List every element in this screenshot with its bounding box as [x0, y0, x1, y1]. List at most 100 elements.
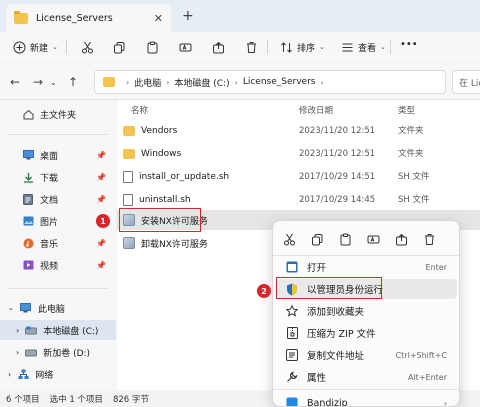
search-input[interactable]: 在 Lic [452, 70, 480, 94]
wrench-icon [285, 370, 299, 384]
breadcrumb-local-disk[interactable]: 本地磁盘 (C:) [174, 76, 229, 89]
pin-icon[interactable]: 📌 [96, 173, 106, 182]
clipboard-icon[interactable] [337, 231, 353, 247]
file-row[interactable]: install_or_update.sh 2017/10/29 14:51 SH… [117, 167, 480, 187]
music-icon [22, 237, 34, 249]
back-button[interactable]: ← [10, 75, 20, 89]
chevron-down-icon[interactable]: ⌄ [8, 304, 14, 312]
document-icon [22, 193, 34, 205]
menu-item-label: 属性 [307, 373, 327, 384]
sort-button[interactable]: 排序 ⌄ [279, 40, 325, 54]
file-name: Vendors [141, 126, 178, 136]
menu-item-shortcut: Ctrl+Shift+C [395, 350, 447, 360]
file-name: Windows [141, 149, 182, 159]
context-menu: 打开 Enter 以管理员身份运行 添加到收藏夹 压缩为 ZIP 文件 复制文件… [272, 220, 460, 407]
delete-button[interactable] [244, 40, 258, 54]
desktop-icon [22, 149, 34, 161]
sidebar-item-downloads[interactable]: 下载 📌 [0, 167, 116, 187]
sidebar-item-home[interactable]: 主文件夹 [0, 104, 116, 124]
cut-button[interactable] [80, 40, 94, 54]
file-row[interactable]: Vendors 2023/11/20 12:51 文件夹 [117, 121, 480, 141]
menu-item-compress-zip[interactable]: 压缩为 ZIP 文件 [277, 323, 457, 343]
sidebar-item-music[interactable]: 音乐 📌 [0, 233, 116, 253]
rename-icon [178, 40, 192, 54]
network-icon [17, 368, 29, 380]
sidebar-divider [8, 134, 108, 135]
selected-size: 826 字节 [112, 394, 149, 405]
pin-icon[interactable]: 📌 [96, 151, 106, 160]
history-dropdown[interactable]: ⌄ [50, 78, 57, 87]
computer-icon [20, 302, 32, 314]
highlight-box [119, 208, 201, 232]
download-icon [22, 171, 34, 183]
tab-license-servers[interactable]: License_Servers ✕ [6, 4, 171, 32]
column-header-name[interactable]: 名称 [131, 100, 148, 120]
file-icon [123, 194, 133, 206]
view-label: 查看 [358, 43, 377, 54]
file-row[interactable]: Windows 2023/11/20 12:51 文件夹 [117, 144, 480, 164]
menu-item-bandizip[interactable]: Bandizip › [277, 393, 457, 407]
view-button[interactable]: 查看 ⌄ [340, 40, 386, 54]
video-icon [22, 259, 34, 271]
pin-icon[interactable]: 📌 [96, 261, 106, 270]
file-icon [123, 171, 133, 183]
step-badge-2: 2 [257, 284, 271, 298]
copy-button[interactable] [112, 40, 126, 54]
tab-title: License_Servers [36, 12, 113, 24]
clipboard-icon [145, 40, 159, 54]
rename-button[interactable] [178, 40, 192, 54]
copy-icon[interactable] [309, 231, 325, 247]
sidebar-item-network[interactable]: › 网络 [0, 364, 116, 384]
command-bar: 新建 ⌄ 排序 ⌄ 查看 ⌄ ••• [0, 32, 480, 62]
open-icon [285, 260, 299, 274]
sidebar-item-drive-c[interactable]: › 本地磁盘 (C:) [0, 320, 116, 340]
sidebar-item-documents[interactable]: 文档 📌 [0, 189, 116, 209]
menu-item-open[interactable]: 打开 Enter [277, 257, 457, 277]
sidebar-item-drive-d[interactable]: › 新加卷 (D:) [0, 342, 116, 362]
scissors-icon[interactable] [281, 231, 297, 247]
forward-button[interactable]: → [33, 75, 43, 89]
share-icon[interactable] [393, 231, 409, 247]
close-tab-button[interactable]: ✕ [154, 12, 163, 25]
program-icon [123, 237, 135, 249]
paste-button[interactable] [145, 40, 159, 54]
sidebar-item-desktop[interactable]: 桌面 📌 [0, 145, 116, 165]
toolbar-divider [66, 40, 67, 54]
sort-icon [279, 40, 293, 54]
chevron-right-icon[interactable]: › [16, 326, 19, 335]
pin-icon[interactable]: 📌 [96, 239, 106, 248]
chevron-down-icon: ⌄ [319, 43, 325, 51]
chevron-right-icon[interactable]: › [8, 370, 11, 379]
menu-item-copy-path[interactable]: 复制文件地址 Ctrl+Shift+C [277, 345, 457, 365]
folder-icon [123, 149, 135, 159]
breadcrumb-license-servers[interactable]: License_Servers [243, 77, 316, 87]
sidebar-item-this-pc[interactable]: ⌄ 此电脑 [0, 298, 116, 318]
scissors-icon [80, 40, 94, 54]
chevron-down-icon: ⌄ [380, 43, 386, 51]
sidebar-item-label: 文档 [40, 195, 59, 206]
trash-icon[interactable] [421, 231, 437, 247]
sidebar-item-label: 主文件夹 [40, 110, 77, 121]
up-button[interactable]: ↑ [68, 75, 78, 89]
menu-item-add-favorite[interactable]: 添加到收藏夹 [277, 301, 457, 321]
menu-item-label: Bandizip [307, 397, 348, 407]
breadcrumb-this-pc[interactable]: 此电脑 [134, 76, 161, 89]
share-button[interactable] [211, 40, 225, 54]
column-header-type[interactable]: 类型 [398, 100, 415, 120]
new-button[interactable]: 新建 ⌄ [12, 40, 58, 54]
new-tab-button[interactable]: + [182, 8, 194, 24]
rename-icon[interactable] [365, 231, 381, 247]
zip-icon [285, 326, 299, 340]
address-bar[interactable]: › 此电脑 › 本地磁盘 (C:) › License_Servers › [94, 70, 446, 94]
column-header-date[interactable]: 修改日期 [299, 100, 333, 120]
folder-icon [103, 77, 115, 87]
bandizip-icon [285, 396, 299, 406]
menu-item-properties[interactable]: 属性 Alt+Enter [277, 367, 457, 387]
file-date: 2017/10/29 14:45 [299, 195, 376, 205]
file-row[interactable]: uninstall.sh 2017/10/29 14:45 SH 文件 [117, 190, 480, 210]
chevron-right-icon[interactable]: › [16, 348, 19, 357]
sidebar-item-videos[interactable]: 视频 📌 [0, 255, 116, 275]
more-options-button[interactable]: ••• [400, 39, 418, 50]
highlight-box [276, 277, 382, 299]
pin-icon[interactable]: 📌 [96, 195, 106, 204]
